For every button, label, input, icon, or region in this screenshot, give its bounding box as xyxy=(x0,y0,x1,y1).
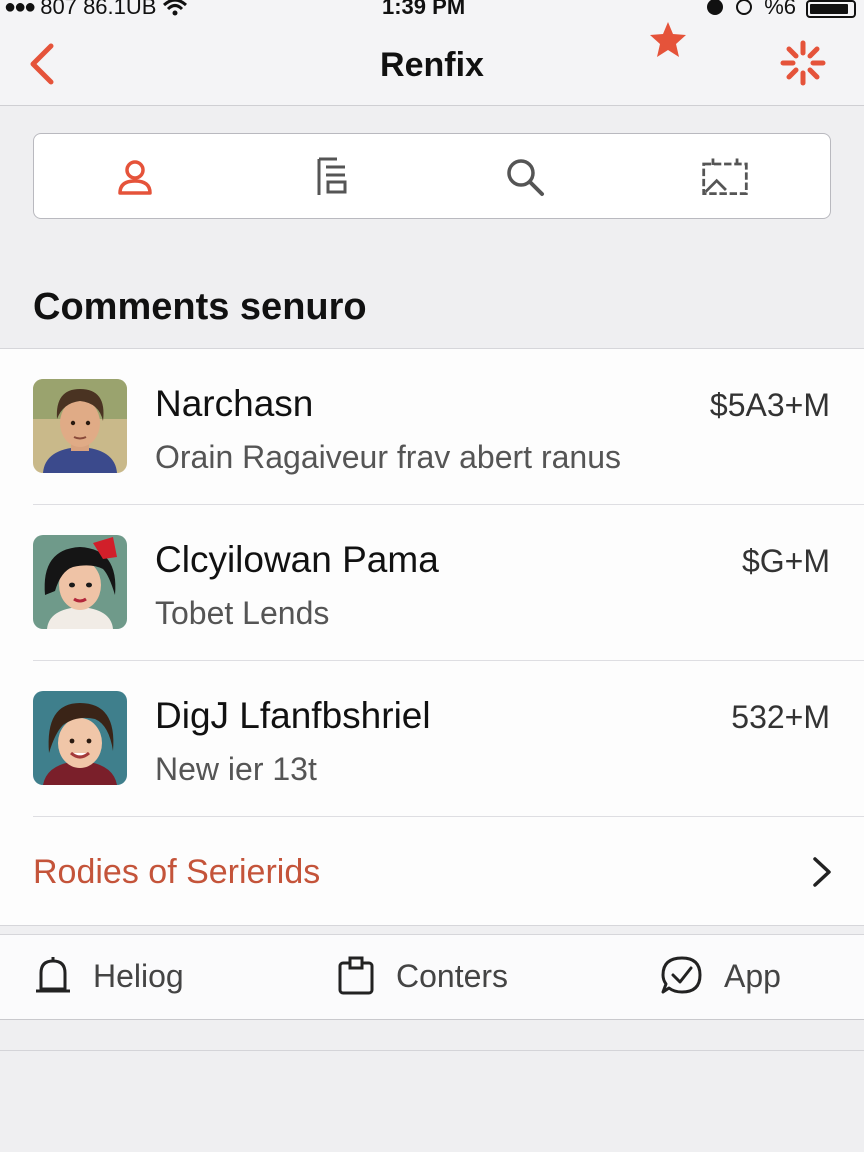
status-right: %6 xyxy=(706,0,856,20)
row-amount: $G+M xyxy=(741,543,830,579)
row-subtitle: Tobet Lends xyxy=(155,595,330,631)
series-link-label: Rodies of Serierids xyxy=(33,853,321,891)
signal-dots-icon: ●●● xyxy=(4,0,36,18)
list-item[interactable]: DigJ Lfanfbshriel New ier 13t 532+M xyxy=(0,661,864,817)
row-name: Narchasn xyxy=(155,383,314,424)
battery-icon xyxy=(806,0,856,18)
row-subtitle: New ier 13t xyxy=(155,751,317,787)
bell-icon xyxy=(36,957,70,993)
favorite-button[interactable] xyxy=(648,20,688,60)
avatar xyxy=(33,379,127,473)
wifi-icon xyxy=(163,0,188,16)
clipboard-icon xyxy=(338,956,374,995)
nav-title: Renfix xyxy=(380,46,484,84)
person-icon xyxy=(118,160,152,195)
carrier-label: 807 86.1UB xyxy=(40,0,157,19)
chevron-right-icon xyxy=(813,857,831,887)
segment-search[interactable] xyxy=(500,152,550,202)
check-bubble-icon xyxy=(661,956,702,994)
screen-icon xyxy=(702,158,748,196)
list-icon xyxy=(317,157,347,195)
segment-screen[interactable] xyxy=(700,152,750,202)
segment-list[interactable] xyxy=(308,152,358,202)
list-item[interactable]: Clcyilowan Pama Tobet Lends $G+M xyxy=(0,505,864,661)
avatar xyxy=(33,691,127,785)
tab-app[interactable]: App xyxy=(660,955,781,997)
status-time: 1:39 PM xyxy=(382,0,466,19)
segmented-control xyxy=(33,133,831,219)
row-name: Clcyilowan Pama xyxy=(155,539,439,580)
list-item[interactable]: Narchasn Orain Ragaiveur frav abert ranu… xyxy=(0,349,864,505)
row-amount: 532+M xyxy=(731,699,830,735)
status-left: ●●● 807 86.1UB xyxy=(4,0,188,20)
section-title: Comments senuro xyxy=(33,286,367,328)
activity-button[interactable] xyxy=(780,40,826,86)
search-icon xyxy=(507,159,544,196)
series-link-row[interactable]: Rodies of Serierids xyxy=(0,817,864,927)
tab-label: Conters xyxy=(396,957,509,994)
segment-profile[interactable] xyxy=(110,152,160,202)
tab-heliog[interactable]: Heliog xyxy=(33,955,184,997)
tab-label: Heliog xyxy=(93,957,184,994)
nav-bar: Renfix xyxy=(0,20,864,106)
avatar xyxy=(33,535,127,629)
tab-bar: Heliog Conters App xyxy=(0,934,864,1020)
moon-icon xyxy=(707,0,724,15)
tab-label: App xyxy=(724,957,781,994)
row-amount: $5A3+M xyxy=(709,387,830,423)
bottom-divider xyxy=(0,1050,864,1051)
alarm-icon xyxy=(736,0,753,15)
comments-list: Narchasn Orain Ragaiveur frav abert ranu… xyxy=(0,348,864,926)
tab-conters[interactable]: Conters xyxy=(336,955,508,997)
battery-percent: %6 xyxy=(764,0,796,19)
row-name: DigJ Lfanfbshriel xyxy=(155,695,431,736)
star-icon xyxy=(650,22,686,57)
status-bar: ●●● 807 86.1UB 1:39 PM %6 xyxy=(0,0,864,20)
row-subtitle: Orain Ragaiveur frav abert ranus xyxy=(155,439,621,475)
spinner-icon xyxy=(780,40,826,86)
